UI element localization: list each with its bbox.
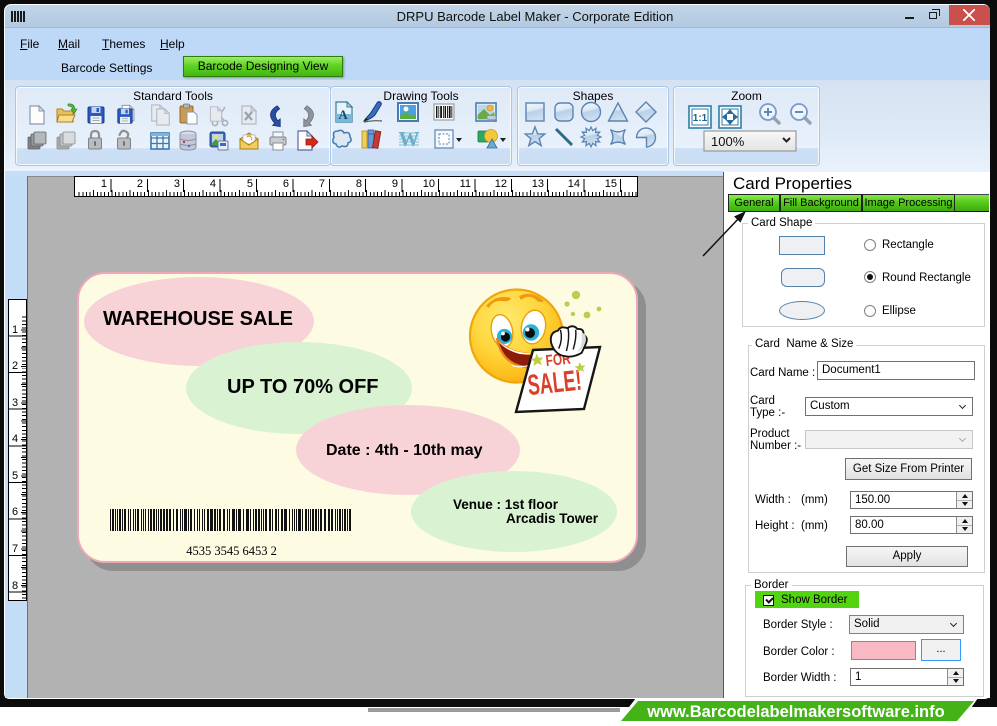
svg-text:www.Barcodelabelmakersoftware.: www.Barcodelabelmakersoftware.info: [646, 703, 944, 721]
svg-text:A: A: [338, 107, 348, 122]
svg-text:SALE!: SALE!: [526, 365, 583, 402]
svg-text:1:1: 1:1: [693, 113, 708, 124]
svg-text:100%: 100%: [711, 134, 745, 149]
